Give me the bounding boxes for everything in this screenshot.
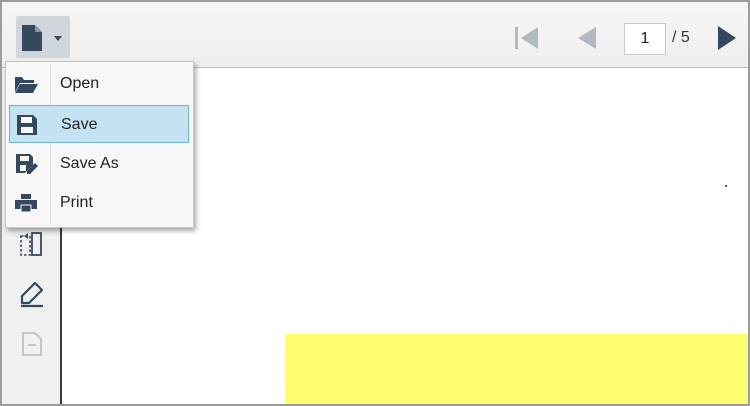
folder-open-icon <box>15 77 38 93</box>
print-icon <box>15 194 37 213</box>
menu-item-save[interactable]: Save <box>9 105 189 143</box>
menu-item-open[interactable]: Open <box>9 65 189 103</box>
menu-item-label: Save As <box>60 155 119 172</box>
file-menu-button[interactable] <box>16 16 70 58</box>
page-total: / 5 <box>672 29 690 46</box>
menu-item-save-as[interactable]: Save As <box>9 145 189 183</box>
toolbar: / 5 <box>2 2 748 68</box>
page-select-icon[interactable] <box>18 230 44 258</box>
file-icon <box>22 25 42 51</box>
next-page-icon[interactable] <box>715 24 739 52</box>
save-as-icon <box>16 154 38 174</box>
signature-pen-icon[interactable] <box>18 280 46 308</box>
menu-item-label: Print <box>60 194 93 211</box>
first-page-icon[interactable] <box>512 25 542 51</box>
chevron-down-icon <box>54 36 62 41</box>
save-icon <box>17 115 37 135</box>
app-window: / 5 Open <box>2 2 748 404</box>
page-number-input[interactable] <box>624 23 666 55</box>
text-highlight <box>285 334 748 404</box>
menu-item-label: Open <box>60 75 100 92</box>
page-mark <box>725 185 727 187</box>
previous-page-icon[interactable] <box>575 25 599 51</box>
file-menu: Open Save Save As Print <box>5 61 194 228</box>
menu-item-label: Save <box>61 116 98 133</box>
menu-item-print[interactable]: Print <box>9 184 189 222</box>
blank-page-icon[interactable] <box>20 330 44 358</box>
